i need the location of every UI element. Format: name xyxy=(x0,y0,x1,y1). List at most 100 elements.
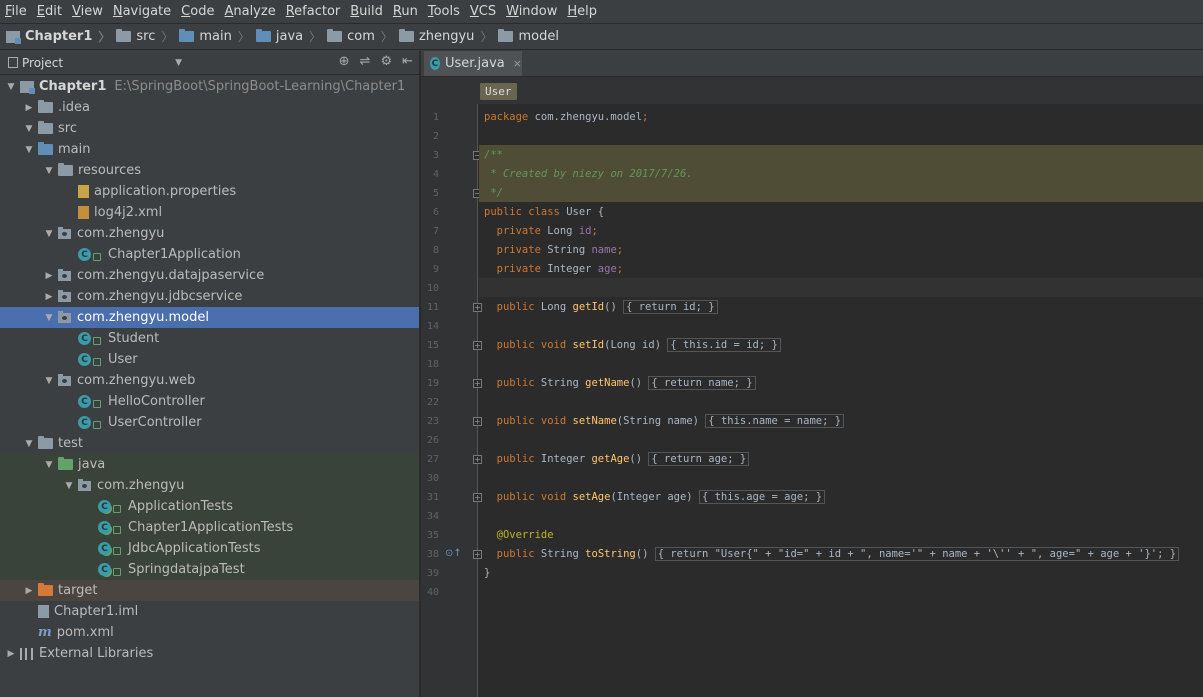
tree-item[interactable]: ▶ com.zhengyu.datajpaservice xyxy=(0,265,419,286)
menu-edit[interactable]: Edit xyxy=(32,0,67,23)
tree-item[interactable]: ▶CSpringdatajpaTest xyxy=(0,559,419,580)
code-token: () xyxy=(629,453,649,465)
tree-item[interactable]: ▶ .idea xyxy=(0,97,419,118)
tree-item[interactable]: ▼ java xyxy=(0,454,419,475)
tree-item[interactable]: ▶ External Libraries xyxy=(0,643,419,664)
tree-item[interactable]: ▼ src xyxy=(0,118,419,139)
tab-user-java[interactable]: C User.java × xyxy=(424,51,522,76)
tree-item[interactable]: ▶ com.zhengyu.jdbcservice xyxy=(0,286,419,307)
package-icon xyxy=(58,310,71,323)
nav-crumb-chapter1[interactable]: Chapter1 〉 xyxy=(6,28,110,45)
tree-item-label: com.zhengyu.web xyxy=(77,373,196,388)
expand-arrow-icon[interactable]: ▼ xyxy=(62,481,76,491)
tree-item-path: E:\SpringBoot\SpringBoot-Learning\Chapte… xyxy=(114,79,406,94)
menu-build[interactable]: Build xyxy=(345,0,388,23)
collapse-arrow-icon[interactable]: ▶ xyxy=(22,103,36,113)
tree-item[interactable]: ▼ com.zhengyu xyxy=(0,475,419,496)
menu-help[interactable]: Help xyxy=(562,0,602,23)
menu-analyze[interactable]: Analyze xyxy=(219,0,280,23)
collapse-arrow-icon[interactable]: ▶ xyxy=(42,271,56,281)
tree-item[interactable]: ▶application.properties xyxy=(0,181,419,202)
expand-arrow-icon[interactable]: ▼ xyxy=(42,376,56,386)
gear-icon[interactable]: ⚙ xyxy=(380,54,392,69)
tree-item[interactable]: ▶log4j2.xml xyxy=(0,202,419,223)
chevron-right-icon: 〉 xyxy=(309,30,322,44)
menu-refactor[interactable]: Refactor xyxy=(281,0,346,23)
tree-item[interactable]: ▶CApplicationTests xyxy=(0,496,419,517)
code-editor[interactable]: 1 2 3 4 5 6 7 8 9 10 11 14 15 18 19 22 23 26 27 30 31 34 35 38 3… xyxy=(421,104,1203,697)
tree-item[interactable]: ▶CChapter1Application xyxy=(0,244,419,265)
expand-arrow-icon[interactable]: ▼ xyxy=(42,313,56,323)
folded-code-region[interactable]: { return name; } xyxy=(648,376,756,390)
collapse-arrow-icon[interactable]: ▶ xyxy=(4,649,18,659)
menu-view[interactable]: View xyxy=(67,0,108,23)
expand-arrow-icon[interactable]: ▼ xyxy=(42,166,56,176)
hide-panel-icon[interactable]: ⇤ xyxy=(402,54,413,69)
close-icon[interactable]: × xyxy=(513,57,522,70)
tree-item[interactable]: ▼ resources xyxy=(0,160,419,181)
test-class-icon: C xyxy=(98,500,111,513)
folded-code-region[interactable]: { this.age = age; } xyxy=(698,490,826,504)
tree-item[interactable]: ▼ com.zhengyu.model xyxy=(0,307,419,328)
tree-item[interactable]: ▼ com.zhengyu xyxy=(0,223,419,244)
tree-item[interactable]: ▶CUserController xyxy=(0,412,419,433)
code-token: public xyxy=(484,301,541,313)
menu-vcs[interactable]: VCS xyxy=(465,0,501,23)
tree-item[interactable]: ▶Chapter1.iml xyxy=(0,601,419,622)
menu-navigate[interactable]: Navigate xyxy=(108,0,176,23)
nav-crumb-java[interactable]: java 〉 xyxy=(255,28,322,45)
tree-item[interactable]: ▶CUser xyxy=(0,349,419,370)
menu-tools[interactable]: Tools xyxy=(423,0,465,23)
nav-crumb-model[interactable]: model xyxy=(498,29,559,44)
code-token: toString xyxy=(585,548,636,560)
test-class-icon: C xyxy=(98,563,111,576)
folded-code-region[interactable]: { return age; } xyxy=(648,452,750,466)
collapse-arrow-icon[interactable]: ▶ xyxy=(42,292,56,302)
tree-item[interactable]: ▼ com.zhengyu.web xyxy=(0,370,419,391)
expand-arrow-icon[interactable]: ▼ xyxy=(22,145,36,155)
chevron-down-icon[interactable]: ▼ xyxy=(175,58,182,68)
project-panel-title[interactable]: Project xyxy=(22,56,63,70)
line-number: 34 xyxy=(426,511,439,522)
tree-item[interactable]: ▼ main xyxy=(0,139,419,160)
menu-file[interactable]: File xyxy=(0,0,32,23)
scroll-from-source-icon[interactable]: ⊕ xyxy=(339,54,350,69)
nav-crumb-zhengyu[interactable]: zhengyu 〉 xyxy=(398,28,492,45)
tree-item[interactable]: ▶CStudent xyxy=(0,328,419,349)
editor-tab-bar: C User.java × xyxy=(421,51,1203,77)
tree-item[interactable]: ▼ Chapter1 E:\SpringBoot\SpringBoot-Learni… xyxy=(0,76,419,97)
expand-arrow-icon[interactable]: ▼ xyxy=(22,439,36,449)
line-number: 11 xyxy=(426,302,439,313)
tree-item[interactable]: ▶mpom.xml xyxy=(0,622,419,643)
collapse-all-icon[interactable]: ⇌ xyxy=(360,54,371,69)
menu-run[interactable]: Run xyxy=(388,0,423,23)
expand-arrow-icon[interactable]: ▼ xyxy=(4,82,18,92)
folded-code-region[interactable]: { return id; } xyxy=(623,300,718,314)
nav-crumb-main[interactable]: main 〉 xyxy=(179,28,250,45)
expand-arrow-icon[interactable]: ▼ xyxy=(22,124,36,134)
code-area[interactable]: package com.zhengyu.model; /** * Created … xyxy=(479,104,1203,697)
expand-arrow-icon[interactable]: ▼ xyxy=(42,460,56,470)
tree-item[interactable]: ▼ test xyxy=(0,433,419,454)
tree-item-label: main xyxy=(58,142,91,157)
folded-code-region[interactable]: { this.id = id; } xyxy=(667,338,781,352)
menu-code[interactable]: Code xyxy=(176,0,219,23)
code-token: public void xyxy=(484,339,573,351)
tree-item[interactable]: ▶CChapter1ApplicationTests xyxy=(0,517,419,538)
editor-breadcrumb[interactable]: User xyxy=(480,83,517,100)
folded-code-region[interactable]: { this.name = name; } xyxy=(705,414,845,428)
nav-crumb-label: main xyxy=(199,29,232,44)
override-method-icon[interactable]: ⊙↑ xyxy=(445,548,462,559)
folded-code-region[interactable]: { return "User{" + "id=" + id + ", name=… xyxy=(654,547,1180,561)
code-token: public class xyxy=(484,206,567,218)
menu-window[interactable]: Window xyxy=(501,0,562,23)
nav-crumb-com[interactable]: com 〉 xyxy=(327,28,393,45)
code-token: getId xyxy=(572,301,605,313)
nav-crumb-src[interactable]: src 〉 xyxy=(116,28,173,45)
tree-item[interactable]: ▶CJdbcApplicationTests xyxy=(0,538,419,559)
tab-label: User.java xyxy=(444,56,505,71)
collapse-arrow-icon[interactable]: ▶ xyxy=(22,586,36,596)
tree-item[interactable]: ▶CHelloController xyxy=(0,391,419,412)
expand-arrow-icon[interactable]: ▼ xyxy=(42,229,56,239)
tree-item[interactable]: ▶ target xyxy=(0,580,419,601)
